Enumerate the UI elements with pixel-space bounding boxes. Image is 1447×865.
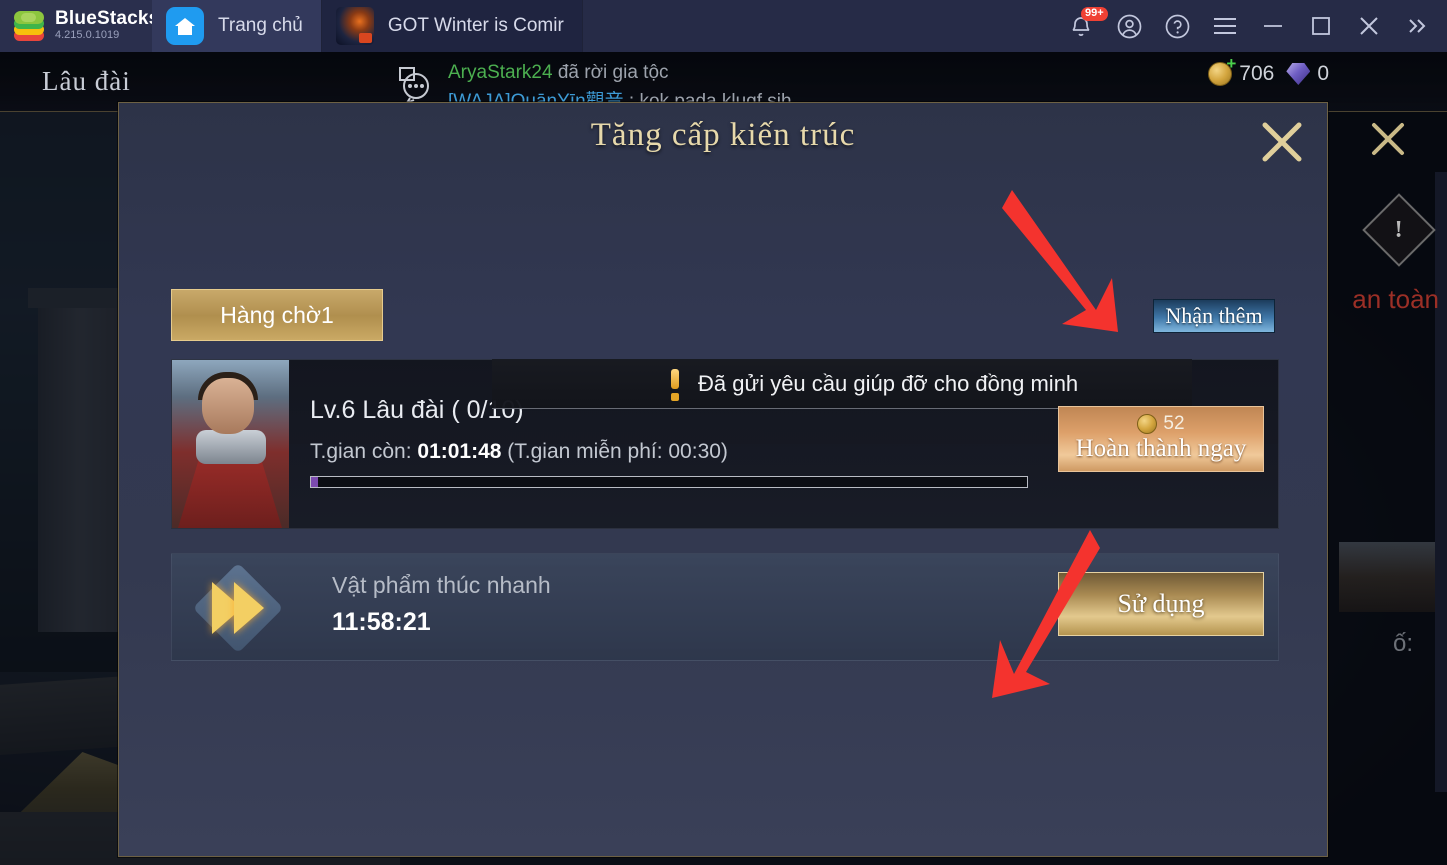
game-close-icon[interactable] — [1365, 116, 1411, 162]
resource-gem[interactable]: 0 — [1286, 62, 1329, 86]
game-viewport: Lâu đài AryaStark24 đã rời gia tộc [WAJA… — [0, 52, 1447, 865]
use-button-label: Sử dụng — [1117, 589, 1205, 618]
upgrade-building-dialog: Tăng cấp kiến trúc Hàng chờ1 Nhận thêm L… — [118, 102, 1328, 857]
background-right-panel — [1435, 172, 1447, 792]
finish-now-label: Hoàn thành ngay — [1075, 434, 1247, 462]
bluestacks-titlebar: BlueStacks 4.215.0.1019 Trang chủ GOT Wi… — [0, 0, 1447, 52]
gold-coin-icon: + — [1208, 54, 1236, 86]
timer-value: 01:01:48 — [417, 440, 502, 463]
hamburger-menu-icon[interactable] — [1203, 0, 1247, 52]
building-title-text: Lv.6 Lâu đài — [310, 396, 445, 424]
tab-build-queue-label: Hàng chờ1 — [220, 301, 334, 328]
dialog-header: Tăng cấp kiến trúc — [119, 103, 1327, 175]
chat-message-text: đã rời gia tộc — [552, 62, 669, 83]
brand-name: BlueStacks — [55, 8, 160, 30]
help-circle-icon[interactable] — [1155, 0, 1199, 52]
bluestacks-logo-icon — [14, 11, 46, 41]
add-gold-icon[interactable]: + — [1226, 54, 1236, 74]
dialog-title: Tăng cấp kiến trúc — [590, 117, 856, 153]
resource-gold[interactable]: + 706 — [1208, 54, 1275, 86]
finish-cost-value: 52 — [1163, 412, 1185, 434]
account-circle-icon[interactable] — [1107, 0, 1151, 52]
brand-version: 4.215.0.1019 — [55, 29, 120, 42]
notification-badge: 99+ — [1081, 7, 1108, 21]
warning-glyph: ! — [1395, 216, 1403, 243]
chat-sender-name: AryaStark24 — [448, 62, 553, 83]
speedup-item-row: Vật phẩm thúc nhanh 11:58:21 Sử dụng — [171, 553, 1279, 661]
chevron-double-right-icon[interactable] — [1395, 0, 1439, 52]
dialog-body: Hàng chờ1 Nhận thêm Lv.6 Lâu đài ( 0/10) — [119, 175, 1327, 856]
bluestacks-brand: BlueStacks 4.215.0.1019 — [0, 0, 159, 52]
tab-game[interactable]: GOT Winter is Comir — [321, 0, 583, 52]
gem-icon — [1286, 63, 1311, 85]
home-icon — [166, 7, 204, 45]
game-thumbnail — [335, 7, 374, 45]
tab-home-label: Trang chủ — [218, 15, 303, 36]
maximize-icon[interactable] — [1299, 0, 1343, 52]
background-label-text: ố: — [1392, 630, 1413, 657]
get-more-label: Nhận thêm — [1165, 303, 1263, 328]
speedup-item-duration: 11:58:21 — [332, 608, 431, 636]
tab-home[interactable]: Trang chủ — [152, 0, 322, 52]
timer-label: T.gian còn: — [310, 440, 418, 463]
toast-message: Đã gửi yêu cầu giúp đỡ cho đồng minh — [698, 370, 1079, 396]
minimize-icon[interactable] — [1251, 0, 1295, 52]
gold-value: 706 — [1239, 62, 1275, 85]
build-progress-bar — [310, 476, 1028, 488]
build-queue-row: Lv.6 Lâu đài ( 0/10) T.gian còn: 01:01:4… — [171, 359, 1279, 529]
gem-value: 0 — [1317, 62, 1329, 85]
resource-bar: + 706 0 — [1208, 54, 1329, 86]
chat-bubble-icon[interactable] — [392, 64, 436, 106]
dialog-close-icon[interactable] — [1255, 115, 1309, 169]
close-icon[interactable] — [1347, 0, 1391, 52]
finish-now-button[interactable]: 52 Hoàn thành ngay — [1058, 406, 1264, 472]
knight-portrait — [172, 360, 289, 528]
timer-line: T.gian còn: 01:01:48 (T.gian miễn phí: 0… — [310, 440, 728, 464]
chat-line: AryaStark24 đã rời gia tộc — [448, 58, 792, 87]
get-more-button[interactable]: Nhận thêm — [1153, 299, 1275, 333]
free-time-label: (T.gian miễn phí: 00:30) — [501, 440, 728, 463]
speedup-item-name: Vật phẩm thúc nhanh — [332, 572, 551, 598]
notifications-bell-icon[interactable]: 99+ — [1059, 0, 1108, 52]
gold-coin-icon — [1137, 413, 1158, 434]
background-alert-text: an toàn — [1352, 284, 1439, 314]
titlebar-icon-group: 99+ — [1059, 0, 1447, 52]
titlebar-spacer — [583, 0, 1059, 52]
tab-game-label: GOT Winter is Comir — [387, 15, 564, 36]
background-thumbnail — [1339, 542, 1435, 612]
exclamation-icon — [670, 368, 680, 401]
fast-forward-icon — [192, 562, 284, 654]
finish-cost: 52 — [1137, 412, 1185, 435]
tab-build-queue[interactable]: Hàng chờ1 — [171, 289, 383, 341]
use-button[interactable]: Sử dụng — [1058, 572, 1264, 636]
location-name: Lâu đài — [42, 66, 131, 96]
help-sent-toast: Đã gửi yêu cầu giúp đỡ cho đồng minh — [492, 359, 1192, 409]
